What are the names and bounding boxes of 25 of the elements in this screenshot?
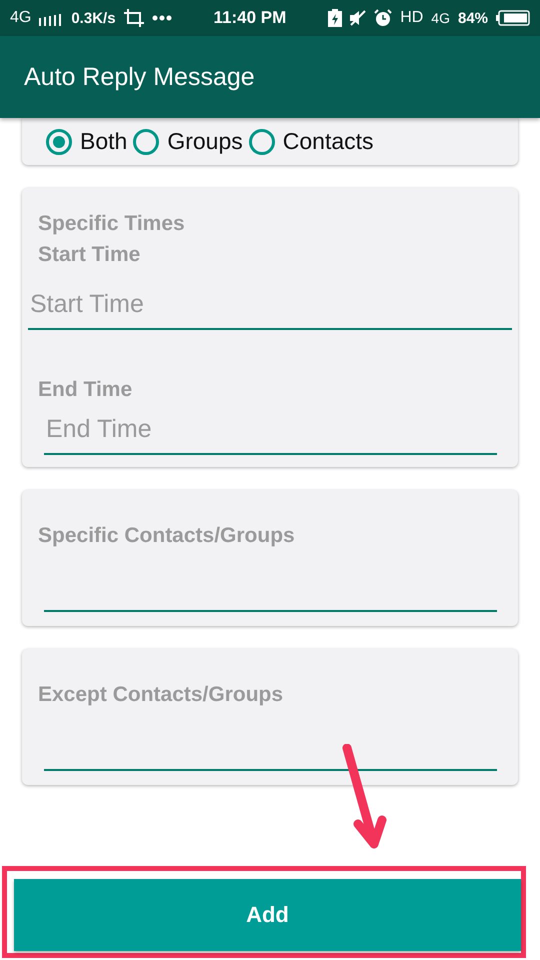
field-label: Start Time (38, 242, 142, 268)
screenshot-icon (124, 9, 144, 27)
section-title: Specific Times (38, 211, 186, 237)
text-input[interactable]: End Time (44, 414, 497, 444)
mute-icon (350, 10, 366, 26)
text-input[interactable]: Start Time (28, 290, 512, 318)
network-type: 4G (431, 10, 450, 26)
radio-option[interactable]: Both (46, 128, 128, 155)
start-time-field[interactable]: Start Time (28, 280, 512, 330)
field-label: End Time (38, 377, 134, 403)
battery-charging-icon (328, 9, 342, 27)
more-icon (152, 15, 172, 21)
alarm-icon (374, 9, 392, 27)
network-speed: 0.3K/s (71, 10, 116, 26)
section-title: Specific Contacts/Groups (38, 523, 296, 549)
battery-percent: 84% (458, 10, 488, 26)
end-time-field[interactable]: End Time (44, 405, 497, 455)
radio-option[interactable]: Groups (133, 128, 243, 155)
battery-icon (496, 10, 530, 26)
screen-title: Auto Reply Message (24, 62, 255, 92)
hd-label: HD (400, 9, 424, 27)
network-type: 4G (10, 9, 32, 27)
clock-time: 11:40 PM (213, 8, 286, 28)
section-title: Except Contacts/Groups (38, 682, 284, 708)
radio-option[interactable]: Contacts (248, 128, 374, 155)
